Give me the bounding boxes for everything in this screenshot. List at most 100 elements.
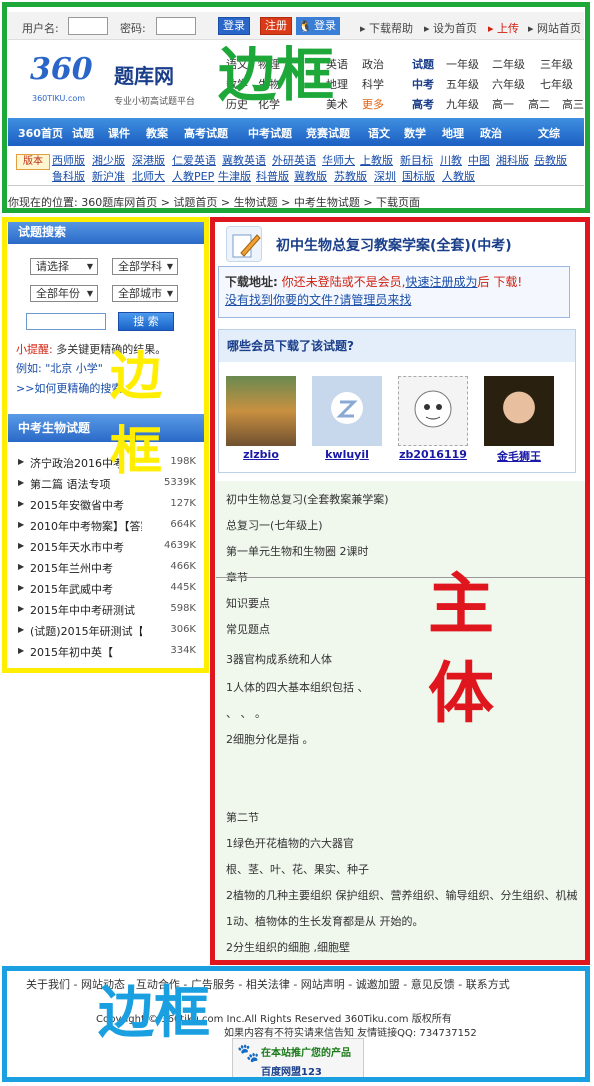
member-card[interactable]: kwluyil [311, 376, 383, 461]
nav-item[interactable]: 中考试题 [248, 125, 292, 141]
avatar [398, 376, 468, 446]
member-name: kwluyil [325, 448, 369, 461]
content-line: 1绿色开花植物的六大器官 [226, 837, 354, 850]
list-item[interactable]: ▶ 2015年初中英【 334K [16, 643, 196, 661]
version-link[interactable]: 湘少版 [92, 152, 125, 168]
version-link[interactable]: 深圳 [374, 168, 396, 184]
nav-item[interactable]: 数学 [404, 125, 426, 141]
list-item[interactable]: ▶ 2015年安徽省中考 127K [16, 496, 196, 514]
version-link[interactable]: 国标版 [402, 168, 435, 184]
select-type[interactable]: 请选择 [30, 258, 98, 275]
download-help-link[interactable]: ▸ 下载帮助 [360, 20, 413, 36]
triangle-icon: ▶ [18, 457, 25, 466]
version-link[interactable]: 西师版 [52, 152, 85, 168]
content-line: 2分生组织的细胞 ,细胞壁 [226, 941, 350, 954]
username-input[interactable] [68, 17, 108, 35]
version-link[interactable]: 科普版 [256, 168, 289, 184]
login-button[interactable]: 登录 [218, 17, 250, 35]
grade-link[interactable]: 高三 [562, 96, 584, 112]
version-link[interactable]: 湘科版 [496, 152, 529, 168]
member-card[interactable]: zb2016119 [397, 376, 469, 461]
register-button[interactable]: 注册 [260, 17, 292, 35]
version-link[interactable]: 苏教版 [334, 168, 367, 184]
list-item[interactable]: ▶ 2010年中考物案】【答案 664K [16, 517, 196, 535]
version-link[interactable]: 外研英语 [272, 152, 316, 168]
grade-link[interactable]: 六年级 [492, 76, 525, 92]
nav-item[interactable]: 课件 [108, 125, 130, 141]
logo-subtitle: 专业小初高试题平台 [114, 97, 196, 107]
password-input[interactable] [156, 17, 196, 35]
select-subject[interactable]: 全部学科 [112, 258, 178, 275]
nav-item[interactable]: 政治 [480, 125, 502, 141]
version-link[interactable]: 人教PEP [172, 168, 214, 184]
grade-link[interactable]: 五年级 [446, 76, 479, 92]
version-link[interactable]: 华师大 [322, 152, 355, 168]
version-link[interactable]: 川教 [440, 152, 462, 168]
nav-item[interactable]: 文综 [538, 125, 560, 141]
member-card[interactable]: 金毛狮王 [483, 376, 555, 464]
members-title: 哪些会员下载了该试题? [219, 330, 575, 362]
nav-item[interactable]: 竞赛试题 [306, 125, 350, 141]
download-label: 下载地址: [225, 275, 278, 289]
nav-item[interactable]: 语文 [368, 125, 390, 141]
promo-banner[interactable]: 🐾 在本站推广您的产品 百度网盟123 [232, 1038, 364, 1080]
nav-item[interactable]: 360首页 [18, 125, 63, 141]
search-help-link[interactable]: >>如何更精确的搜索 [16, 380, 122, 396]
grade-link[interactable]: 高一 [492, 96, 514, 112]
list-item[interactable]: ▶ 2015年天水市中考 4639K [16, 538, 196, 556]
version-link[interactable]: 人教版 [442, 168, 475, 184]
site-logo[interactable]: 360 题库网 360TIKU.com 专业小初高试题平台 [30, 52, 195, 107]
list-item[interactable]: ▶ 2015年兰州中考 466K [16, 559, 196, 577]
search-input[interactable] [26, 313, 106, 330]
download-word: 下载! [493, 275, 523, 289]
triangle-icon: ▶ [18, 604, 25, 613]
grade-link[interactable]: 二年级 [492, 56, 525, 72]
qq-icon: 🐧 [298, 20, 312, 33]
subject-link[interactable]: 政治 [362, 56, 384, 72]
promo-brand: 百度网盟123 [261, 1067, 322, 1078]
grade-link[interactable]: 一年级 [446, 56, 479, 72]
version-link[interactable]: 冀教版 [294, 168, 327, 184]
qq-login-button[interactable]: 🐧 登录 [296, 17, 340, 35]
grade-label[interactable]: 高考 [412, 96, 434, 112]
member-card[interactable]: zlzbio [225, 376, 297, 461]
subject-link[interactable]: 科学 [362, 76, 384, 92]
version-link[interactable]: 上教版 [360, 152, 393, 168]
list-item[interactable]: ▶ (试题)2015年研测试【 306K [16, 622, 196, 640]
grade-label[interactable]: 试题 [412, 56, 434, 72]
select-city[interactable]: 全部城市 [112, 285, 178, 302]
nav-item[interactable]: 教案 [146, 125, 168, 141]
select-year[interactable]: 全部年份 [30, 285, 98, 302]
version-link[interactable]: 新目标 [400, 152, 433, 168]
list-item[interactable]: ▶2015年中中考研测试【答598K [16, 601, 196, 619]
grade-label[interactable]: 中考 [412, 76, 434, 92]
grade-link[interactable]: 九年级 [446, 96, 479, 112]
version-link[interactable]: 北师大 [132, 168, 165, 184]
contact-admin-link[interactable]: 没有找到你要的文件?请管理员来找 [225, 293, 411, 307]
content-line: 常见题点 [226, 623, 270, 636]
triangle-icon: ▶ [18, 499, 25, 508]
password-label: 密码: [120, 22, 146, 35]
more-subjects-link[interactable]: 更多 [362, 96, 384, 112]
nav-item[interactable]: 地理 [442, 125, 464, 141]
version-link[interactable]: 鲁科版 [52, 168, 85, 184]
grade-link[interactable]: 三年级 [540, 56, 573, 72]
version-link[interactable]: 仁爱英语 [172, 152, 216, 168]
register-link[interactable]: 快速注册成为 [405, 275, 477, 289]
nav-item[interactable]: 试题 [72, 125, 94, 141]
list-item[interactable]: ▶ 2015年武威中考 445K [16, 580, 196, 598]
version-link[interactable]: 中图 [468, 152, 490, 168]
grade-link[interactable]: 高二 [528, 96, 550, 112]
set-homepage-link[interactable]: ▸ 设为首页 [424, 20, 477, 36]
search-button[interactable]: 搜 索 [118, 312, 174, 331]
content-line: 1人体的四大基本组织包括 、 [226, 681, 369, 694]
version-link[interactable]: 冀教英语 [222, 152, 266, 168]
version-link[interactable]: 深港版 [132, 152, 165, 168]
nav-item[interactable]: 高考试题 [184, 125, 228, 141]
version-link[interactable]: 新沪准 [92, 168, 125, 184]
version-link[interactable]: 岳教版 [534, 152, 567, 168]
grade-link[interactable]: 七年级 [540, 76, 573, 92]
site-home-link[interactable]: ▸ 网站首页 [528, 20, 581, 36]
version-link[interactable]: 牛津版 [218, 168, 251, 184]
upload-link[interactable]: ▸ 上传 [488, 20, 519, 36]
